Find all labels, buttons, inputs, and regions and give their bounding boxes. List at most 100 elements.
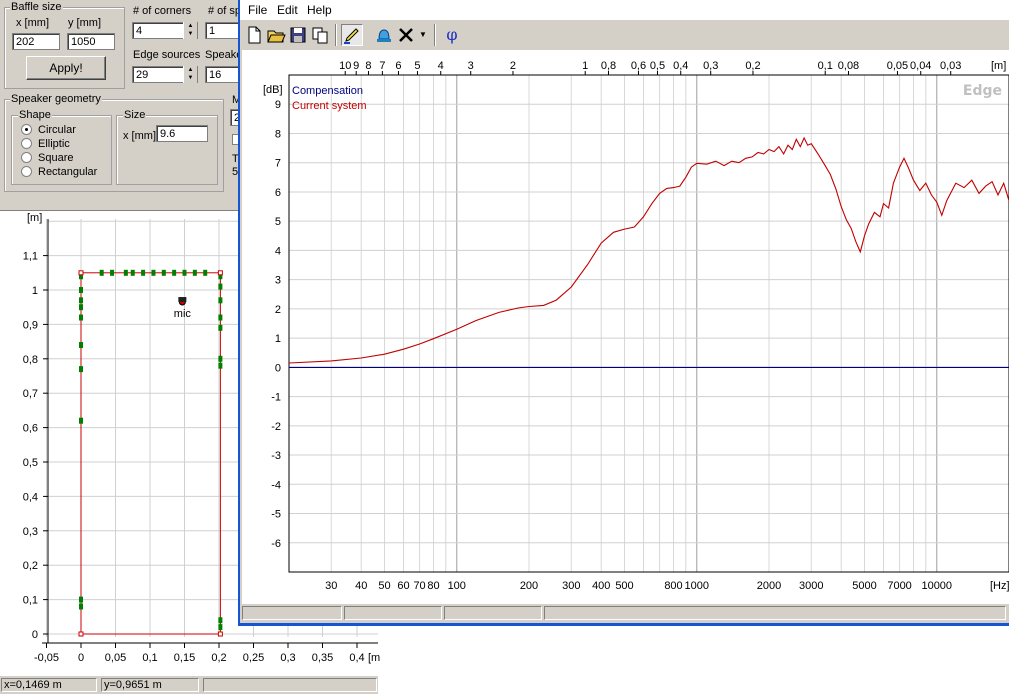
edit-pen-icon[interactable] bbox=[341, 24, 363, 46]
frequency-response-chart[interactable]: 9876543210-1-2-3-4-5-6[dB]30 40 50 60 70 80 10… bbox=[242, 50, 1009, 606]
edge-source-marker bbox=[218, 297, 223, 304]
corners-label: # of corners bbox=[133, 5, 192, 17]
spin-up-icon[interactable]: ▲ bbox=[184, 22, 197, 30]
x-tick-label: -0,05 bbox=[34, 652, 59, 664]
x-tick-label: 5000 bbox=[852, 580, 876, 592]
top-tick-label: 4 bbox=[438, 60, 444, 72]
baffle-outline bbox=[80, 272, 221, 635]
y-tick-label: -5 bbox=[271, 509, 281, 521]
y-tick-label: -4 bbox=[271, 479, 281, 491]
speaker-short-input[interactable]: 16 bbox=[205, 66, 241, 83]
edge-source-marker bbox=[218, 355, 223, 362]
phase-icon[interactable]: φ bbox=[441, 24, 463, 46]
bell-icon[interactable] bbox=[373, 24, 395, 46]
baffle-x-label: x [mm] bbox=[16, 17, 49, 29]
x-tick-label: 80 bbox=[427, 580, 439, 592]
speaker-short-label: Speake bbox=[205, 49, 243, 61]
x-tick-label: 0,25 bbox=[243, 652, 264, 664]
y-tick-label: -2 bbox=[271, 421, 281, 433]
y-tick-label: 3 bbox=[275, 275, 281, 287]
edge-source-marker bbox=[123, 269, 128, 276]
edge-watermark: Edge bbox=[963, 83, 1002, 99]
size-title: Size bbox=[123, 109, 147, 121]
dropdown-arrow-icon[interactable]: ▼ bbox=[417, 24, 429, 46]
shape-rectangular-radio[interactable] bbox=[21, 166, 32, 177]
y-tick-label: 0,4 bbox=[23, 491, 38, 503]
top-tick-label: 0,2 bbox=[745, 60, 760, 72]
edge-source-marker bbox=[79, 366, 83, 373]
y-axis-unit: [dB] bbox=[263, 84, 283, 96]
spin-up-icon[interactable]: ▲ bbox=[184, 66, 197, 74]
speakers-input[interactable]: 1 bbox=[205, 22, 241, 39]
shape-square-radio[interactable] bbox=[21, 152, 32, 163]
save-icon[interactable] bbox=[287, 24, 309, 46]
edge-source-marker bbox=[203, 269, 208, 276]
y-tick-label: 0,9 bbox=[23, 319, 38, 331]
shape-circular-radio[interactable] bbox=[21, 124, 32, 135]
status-cell bbox=[544, 606, 1006, 620]
menu-edit[interactable]: Edit bbox=[277, 3, 298, 17]
open-icon[interactable] bbox=[265, 24, 287, 46]
copy-icon[interactable] bbox=[309, 24, 331, 46]
edge-source-marker bbox=[79, 287, 83, 293]
mic-label: mic bbox=[174, 308, 192, 320]
edge-source-marker bbox=[218, 362, 223, 369]
legend-entry: Current system bbox=[292, 100, 367, 112]
corner-marker bbox=[217, 270, 223, 276]
spin-down-icon[interactable]: ▼ bbox=[184, 74, 197, 82]
new-icon[interactable] bbox=[243, 24, 265, 46]
corner-marker bbox=[78, 631, 84, 637]
x-tick-label: 60 bbox=[397, 580, 409, 592]
corners-spinner[interactable]: ▲ ▼ bbox=[183, 22, 197, 39]
speaker-geometry-title: Speaker geometry bbox=[10, 93, 102, 105]
edge-source-marker bbox=[130, 269, 135, 276]
edge-sources-label: Edge sources bbox=[133, 49, 201, 61]
y-tick-label: 2 bbox=[275, 304, 281, 316]
y-tick-label: 9 bbox=[275, 99, 281, 111]
cursor-x-readout: x=0,1469 m bbox=[1, 678, 97, 692]
edge-sources-spinner[interactable]: ▲ ▼ bbox=[183, 66, 197, 83]
window-status-bar bbox=[240, 604, 1009, 621]
size-x-input[interactable]: 9.6 bbox=[156, 125, 208, 142]
baffle-size-title: Baffle size bbox=[10, 1, 63, 13]
top-tick-label: 0,5 bbox=[650, 60, 665, 72]
y-tick-label: -6 bbox=[271, 538, 281, 550]
shape-title: Shape bbox=[18, 109, 52, 121]
delete-icon[interactable] bbox=[395, 24, 417, 46]
y-tick-label: 0,6 bbox=[23, 423, 38, 435]
shape-elliptic-radio[interactable] bbox=[21, 138, 32, 149]
y-tick-label: 0,1 bbox=[23, 595, 38, 607]
top-tick-label: 1 bbox=[582, 60, 588, 72]
edge-source-marker bbox=[192, 269, 197, 276]
edge-source-marker bbox=[79, 297, 83, 304]
edge-source-marker bbox=[79, 304, 83, 311]
top-tick-label: 0,08 bbox=[838, 60, 859, 72]
baffle-y-input[interactable]: 1050 bbox=[67, 33, 115, 50]
x-tick-label: 7000 bbox=[887, 580, 911, 592]
x-tick-label: 0,4 bbox=[349, 652, 364, 664]
apply-button[interactable]: Apply! bbox=[26, 56, 106, 80]
plot-frame bbox=[288, 74, 1009, 573]
x-tick-label: 300 bbox=[562, 580, 580, 592]
x-tick-label: 0,2 bbox=[211, 652, 226, 664]
top-tick-label: 3 bbox=[468, 60, 474, 72]
shape-rectangular-label: Rectangular bbox=[38, 166, 98, 178]
edge-source-marker bbox=[79, 603, 83, 610]
edge-source-marker bbox=[182, 269, 187, 276]
menu-file[interactable]: File bbox=[248, 3, 267, 17]
y-tick-label: 0,7 bbox=[23, 388, 38, 400]
edge-source-marker bbox=[151, 269, 156, 276]
top-tick-label: 0,05 bbox=[887, 60, 908, 72]
edge-source-marker bbox=[218, 324, 223, 331]
baffle-x-input[interactable]: 202 bbox=[12, 33, 60, 50]
size-x-label: x [mm] bbox=[123, 130, 156, 142]
frequency-response-plot[interactable]: 9 8 7 6 5 4 3 2 1 0 -1 -2 -3 -4 -5 -6 [dB] 30 40 50 60 70 80 10… bbox=[242, 50, 1009, 606]
menu-help[interactable]: Help bbox=[307, 3, 332, 17]
x-tick-label: 200 bbox=[520, 580, 538, 592]
shape-circular-label: Circular bbox=[38, 124, 76, 136]
spin-down-icon[interactable]: ▼ bbox=[184, 30, 197, 38]
response-window: File Edit Help ▼ φ 9 8 7 6 5 4 3 2 1 0 -1 -2 -3 -4 -5 bbox=[238, 0, 1009, 626]
x-tick-label: 30 bbox=[325, 580, 337, 592]
x-tick-label: 2000 bbox=[757, 580, 781, 592]
legend-entry: Compensation bbox=[292, 85, 363, 97]
